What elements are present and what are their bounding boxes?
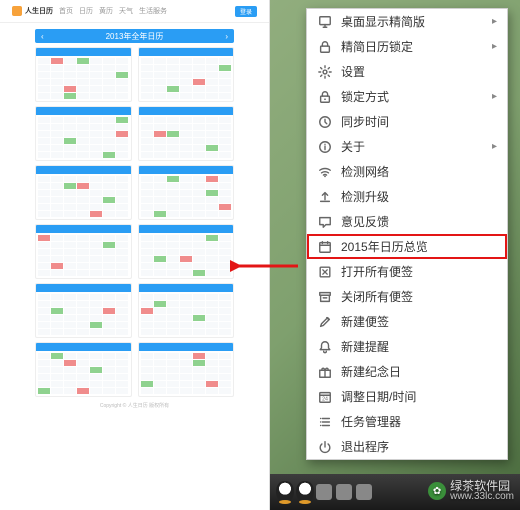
month-thumbnail[interactable] — [138, 165, 235, 220]
month-thumbnail[interactable] — [138, 342, 235, 397]
bell-icon — [317, 339, 333, 355]
context-menu: 桌面显示精简版▸精简日历锁定▸设置锁定方式▸同步时间关于▸检测网络检测升级意见反… — [306, 8, 508, 460]
wifi-icon — [317, 164, 333, 180]
menu-item-gift[interactable]: 新建纪念日 — [307, 359, 507, 384]
nav-link[interactable]: 日历 — [79, 6, 93, 16]
info-icon — [317, 139, 333, 155]
qq-icon[interactable] — [276, 481, 294, 503]
menu-item-info[interactable]: 关于▸ — [307, 134, 507, 159]
webpage-navbar: 人生日历 首页 日历 黄历 天气 生活服务 登录 — [0, 0, 269, 23]
month-thumbnail[interactable] — [35, 106, 132, 161]
nav-links: 首页 日历 黄历 天气 生活服务 — [59, 6, 167, 16]
month-thumbnail[interactable] — [35, 165, 132, 220]
menu-item-label: 意见反馈 — [341, 213, 497, 230]
edit-icon — [317, 314, 333, 330]
upload-icon — [317, 189, 333, 205]
menu-item-archive[interactable]: 关闭所有便签 — [307, 284, 507, 309]
menu-item-label: 关于 — [341, 138, 492, 155]
prev-year-button[interactable]: ‹ — [41, 32, 44, 41]
app-brand: 人生日历 — [25, 6, 53, 16]
menu-item-date[interactable]: 24 调整日期/时间 — [307, 384, 507, 409]
menu-item-label: 同步时间 — [341, 113, 497, 130]
month-thumbnail[interactable] — [138, 283, 235, 338]
menu-item-label: 新建便签 — [341, 313, 497, 330]
watermark-logo-icon: ✿ — [428, 482, 446, 500]
menu-item-list[interactable]: 任务管理器 — [307, 409, 507, 434]
menu-item-label: 设置 — [341, 63, 497, 80]
months-grid — [35, 47, 234, 397]
menu-item-close-note[interactable]: 打开所有便签 — [307, 259, 507, 284]
taskbar-icon[interactable] — [356, 484, 372, 500]
menu-item-chat[interactable]: 意见反馈 — [307, 209, 507, 234]
menu-item-bell[interactable]: 新建提醒 — [307, 334, 507, 359]
menu-item-label: 退出程序 — [341, 438, 497, 455]
calendar-icon — [317, 239, 333, 255]
submenu-chevron-icon: ▸ — [492, 41, 497, 52]
month-thumbnail[interactable] — [138, 47, 235, 102]
chat-icon — [317, 214, 333, 230]
month-thumbnail[interactable] — [138, 106, 235, 161]
lock-icon — [317, 39, 333, 55]
nav-link[interactable]: 首页 — [59, 6, 73, 16]
page-footer: Copyright © 人生日历 版权所有 — [35, 403, 234, 410]
watermark: ✿ 绿茶软件园 www.33lc.com — [428, 480, 514, 502]
next-year-button[interactable]: › — [225, 32, 228, 41]
month-thumbnail[interactable] — [35, 224, 132, 279]
menu-item-upload[interactable]: 检测升级 — [307, 184, 507, 209]
nav-link[interactable]: 黄历 — [99, 6, 113, 16]
menu-item-gear[interactable]: 设置 — [307, 59, 507, 84]
submenu-chevron-icon: ▸ — [492, 16, 497, 27]
menu-item-label: 精简日历锁定 — [341, 38, 492, 55]
month-thumbnail[interactable] — [138, 224, 235, 279]
menu-item-desktop[interactable]: 桌面显示精简版▸ — [307, 9, 507, 34]
menu-item-power[interactable]: 退出程序 — [307, 434, 507, 459]
month-thumbnail[interactable] — [35, 342, 132, 397]
taskbar-icon[interactable] — [316, 484, 332, 500]
menu-item-label: 检测网络 — [341, 163, 497, 180]
desktop-icon — [317, 14, 333, 30]
menu-item-clock[interactable]: 同步时间 — [307, 109, 507, 134]
archive-icon — [317, 289, 333, 305]
month-thumbnail[interactable] — [35, 283, 132, 338]
menu-item-padlock[interactable]: 锁定方式▸ — [307, 84, 507, 109]
month-thumbnail[interactable] — [35, 47, 132, 102]
menu-item-label: 锁定方式 — [341, 88, 492, 105]
menu-item-label: 调整日期/时间 — [341, 388, 497, 405]
calendar-yearview-page: 人生日历 首页 日历 黄历 天气 生活服务 登录 ‹ 2013年全年日历 › C… — [0, 0, 270, 510]
menu-item-label: 新建提醒 — [341, 338, 497, 355]
date-icon: 24 — [317, 389, 333, 405]
login-button[interactable]: 登录 — [235, 6, 257, 17]
menu-item-wifi[interactable]: 检测网络 — [307, 159, 507, 184]
year-title: 2013年全年日历 — [106, 31, 164, 42]
watermark-url: www.33lc.com — [450, 492, 514, 502]
gift-icon — [317, 364, 333, 380]
menu-item-label: 新建纪念日 — [341, 363, 497, 380]
padlock-icon — [317, 89, 333, 105]
submenu-chevron-icon: ▸ — [492, 91, 497, 102]
menu-item-label: 关闭所有便签 — [341, 288, 497, 305]
menu-item-label: 打开所有便签 — [341, 263, 497, 280]
menu-item-calendar[interactable]: 2015年日历总览 — [307, 234, 507, 259]
clock-icon — [317, 114, 333, 130]
taskbar-icon[interactable] — [336, 484, 352, 500]
menu-item-label: 任务管理器 — [341, 413, 497, 430]
qq-icon[interactable] — [296, 481, 314, 503]
gear-icon — [317, 64, 333, 80]
menu-item-label: 桌面显示精简版 — [341, 13, 492, 30]
list-icon — [317, 414, 333, 430]
power-icon — [317, 439, 333, 455]
menu-item-label: 2015年日历总览 — [341, 238, 497, 255]
nav-link[interactable]: 天气 — [119, 6, 133, 16]
nav-link[interactable]: 生活服务 — [139, 6, 167, 16]
menu-item-label: 检测升级 — [341, 188, 497, 205]
close-note-icon — [317, 264, 333, 280]
app-logo — [12, 6, 22, 16]
menu-item-edit[interactable]: 新建便签 — [307, 309, 507, 334]
menu-item-lock[interactable]: 精简日历锁定▸ — [307, 34, 507, 59]
submenu-chevron-icon: ▸ — [492, 141, 497, 152]
svg-text:24: 24 — [322, 396, 328, 402]
year-selector-bar: ‹ 2013年全年日历 › — [35, 29, 234, 43]
